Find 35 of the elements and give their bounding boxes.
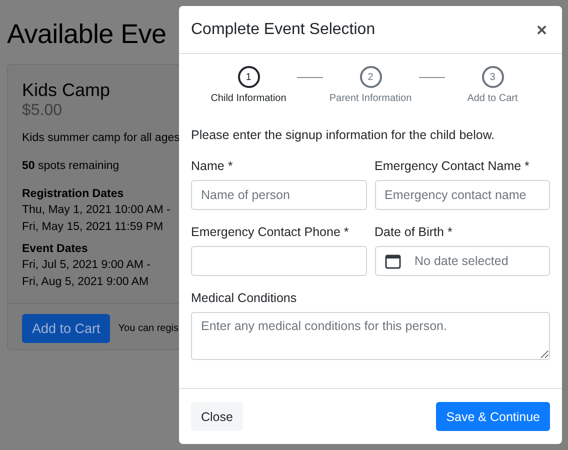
close-button[interactable]: × — [534, 20, 549, 38]
date-line: Fri, Aug 5, 2021 9:00 AM — [22, 275, 149, 290]
input-field[interactable]: Emergency contact name — [374, 180, 550, 210]
step-number: 1 — [238, 66, 260, 88]
field-label: Date of Birth * — [374, 224, 454, 240]
dialog-title: Complete Event Selection — [191, 20, 376, 38]
event-title: Kids Camp — [22, 79, 110, 101]
close-button[interactable]: Close — [191, 402, 243, 431]
field-label: Emergency Contact Phone * — [191, 224, 350, 240]
input-field[interactable]: Name of person — [191, 180, 366, 210]
input-field[interactable] — [191, 246, 366, 276]
step-label: Child Information — [210, 93, 286, 104]
date-line: Fri, Jul 5, 2021 9:00 AM - — [22, 258, 150, 273]
date-field[interactable]: No date selected — [374, 246, 550, 276]
date-line: Thu, May 1, 2021 10:00 AM - — [22, 203, 170, 218]
dates-heading: Event Dates — [22, 242, 88, 257]
calendar-icon — [384, 254, 400, 268]
field-label: Name * — [191, 158, 234, 174]
date-line: Fri, May 15, 2021 11:59 PM — [22, 220, 164, 235]
instructions-text: Please enter the signup information for the child below. — [191, 128, 496, 142]
step-number: 3 — [482, 66, 504, 88]
step-label: Add to Cart — [467, 93, 518, 104]
event-price: $5.00 — [22, 101, 62, 121]
spots-remaining: 50 spots remaining — [22, 159, 120, 174]
event-description: Kids summer camp for all ages — [22, 131, 180, 146]
step-label: Parent Information — [329, 93, 412, 104]
add-to-cart-button[interactable]: Add to Cart — [22, 314, 110, 343]
input-field[interactable]: Enter any medical conditions for this person. — [191, 312, 550, 360]
dates-heading: Registration Dates — [22, 187, 124, 202]
registration-note: You can regis — [118, 322, 179, 336]
field-label: Emergency Contact Name * — [374, 158, 530, 174]
step-number: 2 — [360, 66, 382, 88]
field-label: Medical Conditions — [191, 290, 298, 306]
page-heading: Available Eve — [7, 18, 166, 51]
save-continue-button[interactable]: Save & Continue — [436, 402, 550, 431]
